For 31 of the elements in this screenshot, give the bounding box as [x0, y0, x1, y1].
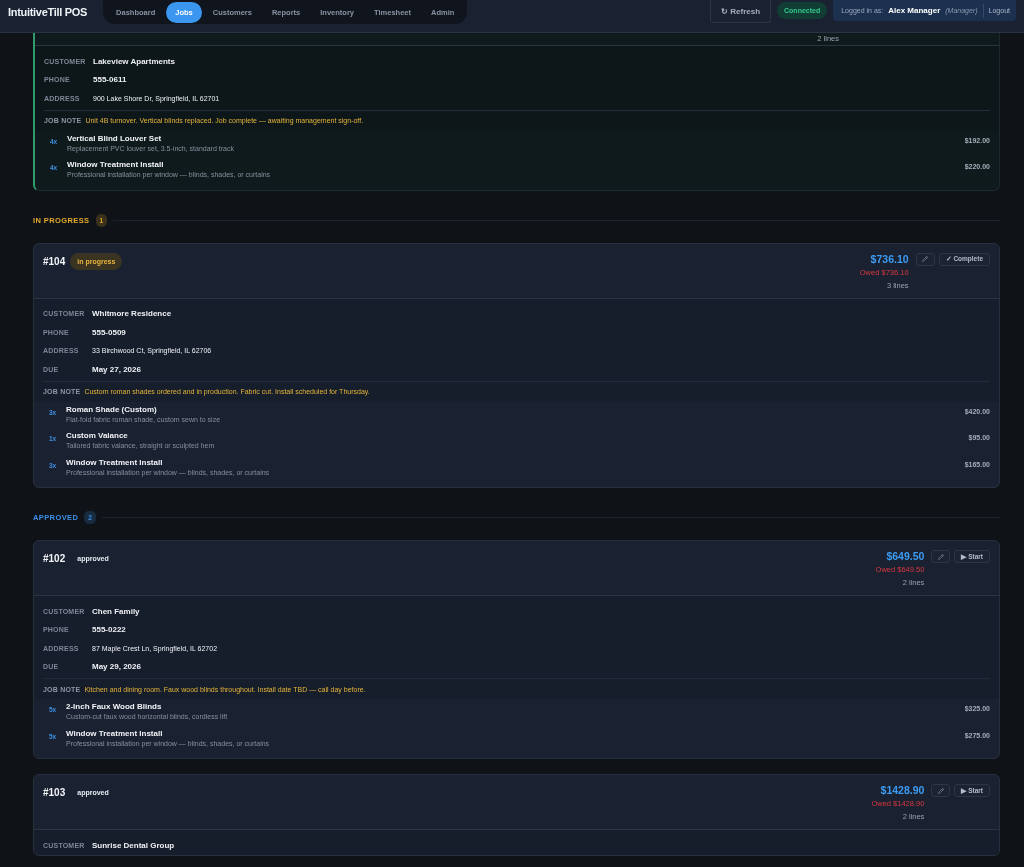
- field-value: Whitmore Residence: [92, 309, 172, 319]
- item-name: Vertical Blind Louver Set: [67, 133, 163, 143]
- job-total: $1428.90: [880, 784, 925, 796]
- field-value: Chen Family: [92, 606, 140, 616]
- edit-button[interactable]: [931, 784, 951, 797]
- field-value: May 27, 2026: [92, 364, 141, 374]
- job-number: #104: [43, 255, 66, 267]
- pencil-icon: [922, 256, 929, 262]
- field-value: 555-0222: [92, 625, 126, 635]
- item-name: 2-Inch Faux Wood Blinds: [66, 702, 163, 711]
- item-name: Window Treatment Install: [66, 728, 164, 738]
- job-total: $649.50: [886, 550, 925, 562]
- edit-button[interactable]: [931, 550, 951, 563]
- item-name: Window Treatment Install: [66, 457, 164, 467]
- pencil-icon: [937, 553, 944, 560]
- app-logo: IntuitiveTill POS: [8, 5, 88, 18]
- job-number: #103: [43, 787, 66, 798]
- field-value: 555-0509: [92, 327, 126, 337]
- pencil-icon: [937, 787, 944, 794]
- job-number: #102: [43, 553, 66, 564]
- field-value: May 29, 2026: [92, 662, 141, 672]
- item-name: Custom Valance: [66, 431, 129, 440]
- edit-button[interactable]: [915, 252, 935, 266]
- user-name: Alex Manager: [888, 6, 941, 15]
- job-total: $736.10: [870, 252, 909, 265]
- item-name: Roman Shade (Custom): [66, 404, 158, 414]
- item-name: Window Treatment Install: [67, 160, 165, 169]
- field-value: 555-0611: [93, 75, 127, 85]
- refresh-button[interactable]: ↻ Refresh: [710, 0, 772, 23]
- field-value: Sunrise Dental Group: [92, 840, 175, 850]
- field-value: Lakeview Apartments: [93, 56, 175, 66]
